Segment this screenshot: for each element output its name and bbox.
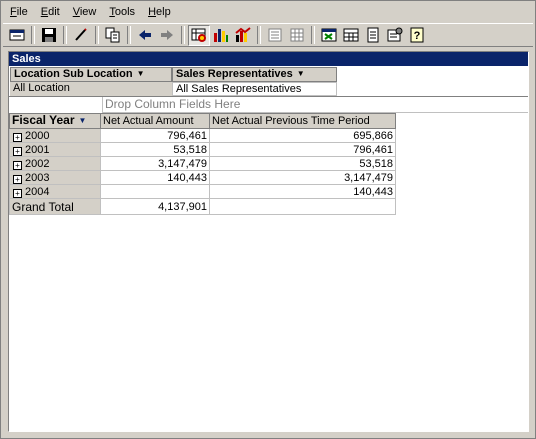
cell-net-actual <box>100 184 210 199</box>
year-label: 2004 <box>25 185 50 198</box>
cell-net-actual-previous: 53,518 <box>209 156 396 171</box>
properties-icon[interactable] <box>6 25 28 46</box>
menu-help-rest: elp <box>156 6 171 18</box>
settings-icon[interactable] <box>384 25 406 46</box>
year-label: 2002 <box>25 157 50 170</box>
pivot-table: Fiscal Year ▼ Net Actual Amount Net Actua… <box>9 113 396 215</box>
cell-net-actual-previous: 140,443 <box>209 184 396 199</box>
table-row: +2003 140,443 3,147,479 <box>9 170 396 185</box>
excel-export-icon[interactable] <box>318 25 340 46</box>
copy-icon[interactable] <box>102 25 124 46</box>
table-row: +2001 53,518 796,461 <box>9 142 396 157</box>
toolbar-separator <box>257 26 261 44</box>
filter-field-location[interactable]: Location Sub Location ▼ <box>10 67 172 82</box>
grand-total-label: Grand Total <box>9 198 101 215</box>
row-header-year[interactable]: +2000 <box>9 128 101 143</box>
table-row: +2004 140,443 <box>9 184 396 199</box>
menu-file[interactable]: File <box>2 3 33 21</box>
toolbar: ? <box>3 23 533 47</box>
toolbar-separator <box>95 26 99 44</box>
expand-icon[interactable]: + <box>13 132 22 142</box>
calculator-icon[interactable] <box>340 25 362 46</box>
dropdown-arrow-icon: ▼ <box>78 116 87 125</box>
cell-net-actual: 140,443 <box>100 170 210 185</box>
report-title: Sales <box>9 52 528 66</box>
filter-field-location-label: Location Sub Location <box>14 68 133 80</box>
expand-icon[interactable]: + <box>13 188 22 198</box>
year-label: 2001 <box>25 143 50 156</box>
toolbar-separator <box>31 26 35 44</box>
edit-pen-icon[interactable] <box>70 25 92 46</box>
row-header-year[interactable]: +2001 <box>9 142 101 157</box>
year-label: 2003 <box>25 171 50 184</box>
dropdown-arrow-icon: ▼ <box>136 69 145 78</box>
toolbar-separator <box>127 26 131 44</box>
expand-icon[interactable]: + <box>13 160 22 170</box>
column-header-net-actual-previous[interactable]: Net Actual Previous Time Period <box>209 113 396 129</box>
row-header-year[interactable]: +2003 <box>9 170 101 185</box>
year-label: 2000 <box>25 129 50 142</box>
app-window: File Edit View Tools Help ? Sales Locati… <box>0 0 536 439</box>
cell-net-actual-previous: 796,461 <box>209 142 396 157</box>
table-row: +2000 796,461 695,866 <box>9 128 396 143</box>
menu-edit-rest: dit <box>48 6 60 18</box>
save-icon[interactable] <box>38 25 60 46</box>
toolbar-separator <box>311 26 315 44</box>
menu-view-rest: iew <box>79 6 97 18</box>
chart-types-icon[interactable] <box>232 25 254 46</box>
grand-total-row: Grand Total 4,137,901 <box>9 198 396 215</box>
row-header-year[interactable]: +2004 <box>9 184 101 199</box>
pivot-header-row: Fiscal Year ▼ Net Actual Amount Net Actua… <box>9 113 396 129</box>
grand-total-net-actual: 4,137,901 <box>100 198 210 215</box>
filter-area: Location Sub Location ▼ Sales Representat… <box>9 66 528 97</box>
cell-net-actual: 796,461 <box>100 128 210 143</box>
svg-text:?: ? <box>414 30 421 42</box>
toolbar-separator <box>181 26 185 44</box>
filter-value-location[interactable]: All Location <box>10 82 172 96</box>
menu-tools[interactable]: Tools <box>101 3 140 21</box>
filter-field-sales-reps-label: Sales Representatives <box>176 68 293 80</box>
bar-chart-icon[interactable] <box>210 25 232 46</box>
help-icon[interactable]: ? <box>406 25 428 46</box>
cell-net-actual-previous: 695,866 <box>209 128 396 143</box>
drop-column-fields-zone[interactable]: Drop Column Fields Here <box>102 97 528 113</box>
list-icon[interactable] <box>264 25 286 46</box>
cell-net-actual-previous: 3,147,479 <box>209 170 396 185</box>
column-header-net-actual[interactable]: Net Actual Amount <box>100 113 210 129</box>
cell-net-actual: 3,147,479 <box>100 156 210 171</box>
menu-view[interactable]: View <box>65 3 102 21</box>
toolbar-separator <box>63 26 67 44</box>
row-header-year[interactable]: +2002 <box>9 156 101 171</box>
row-field-fiscal-year[interactable]: Fiscal Year ▼ <box>9 113 101 129</box>
filter-field-sales-reps[interactable]: Sales Representatives ▼ <box>172 67 337 82</box>
table-row: +2002 3,147,479 53,518 <box>9 156 396 171</box>
expand-icon[interactable]: + <box>13 146 22 156</box>
forward-arrow-icon[interactable] <box>156 25 178 46</box>
grand-total-net-actual-previous <box>209 198 396 215</box>
dropdown-arrow-icon: ▼ <box>296 69 305 78</box>
grid-icon[interactable] <box>286 25 308 46</box>
menu-file-rest: ile <box>16 6 28 18</box>
menu-edit[interactable]: Edit <box>33 3 65 21</box>
menu-tools-rest: ools <box>114 6 136 18</box>
expand-icon[interactable]: + <box>13 174 22 184</box>
back-arrow-icon[interactable] <box>134 25 156 46</box>
notes-icon[interactable] <box>362 25 384 46</box>
filter-value-sales-reps[interactable]: All Sales Representatives <box>172 82 337 96</box>
menu-help[interactable]: Help <box>140 3 176 21</box>
pivot-report-area: Sales Location Sub Location ▼ Sales Repre… <box>8 51 529 432</box>
menu-bar: File Edit View Tools Help <box>2 3 176 21</box>
cell-net-actual: 53,518 <box>100 142 210 157</box>
pivot-table-icon[interactable] <box>188 24 210 46</box>
row-field-label: Fiscal Year <box>12 113 75 127</box>
